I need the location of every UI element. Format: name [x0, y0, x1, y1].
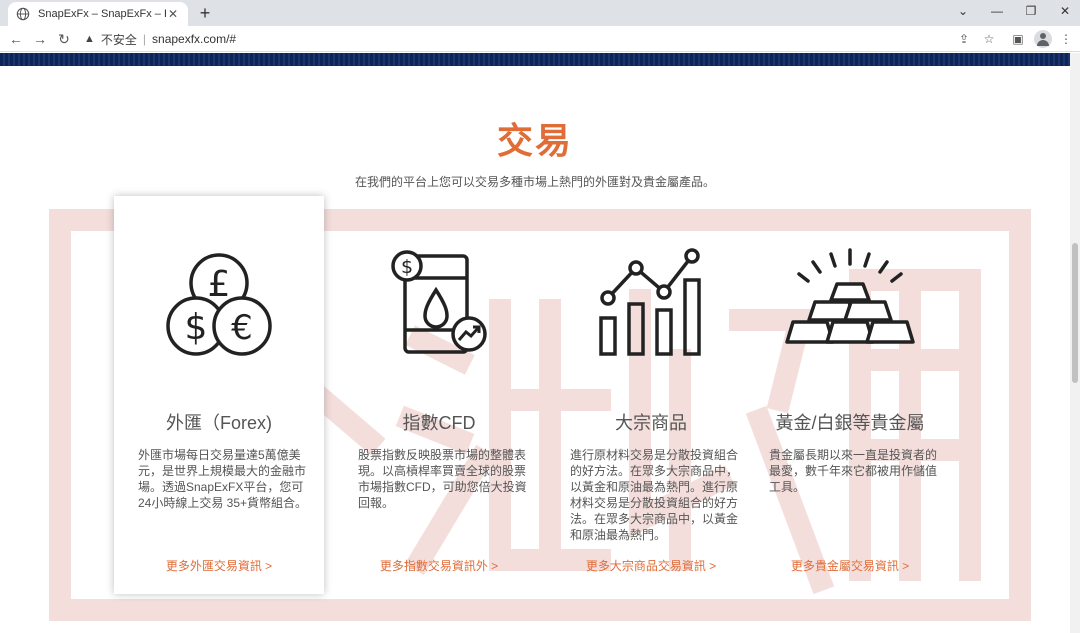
browser-toolbar: ← → ↻ ▲ 不安全 | snapexfx.com/# ⇪ ☆ ▣ ⋮: [0, 26, 1080, 52]
card-forex[interactable]: £ $ € 外匯（Forex) 外匯市場每日交易量達5萬億美元，是世界上規模最大…: [114, 196, 324, 594]
browser-tab[interactable]: SnapExFx – SnapExFx – Forex ✕: [8, 2, 188, 26]
tab-search-icon[interactable]: ⌄: [953, 4, 973, 18]
oil-barrel-icon: $: [391, 250, 487, 354]
card-commodities[interactable]: 大宗商品 進行原材料交易是分散投資組合的好方法。在眾多大宗商品中，以黃金和原油最…: [546, 196, 756, 594]
card-precious-metals[interactable]: 黃金/白銀等貴金屬 貴金屬長期以來一直是投資者的最愛，數千年來它都被用作儲值工具…: [745, 196, 955, 594]
tab-close-icon[interactable]: ✕: [166, 7, 180, 21]
insecure-label: 不安全: [100, 32, 137, 47]
card-title: 外匯（Forex): [165, 413, 272, 433]
card-title: 黃金/白銀等貴金屬: [775, 413, 925, 433]
card-title: 指數CFD: [402, 413, 476, 433]
share-icon[interactable]: ⇪: [956, 31, 972, 47]
profile-avatar[interactable]: [1034, 30, 1052, 48]
gold-bars-icon: [785, 248, 915, 344]
currency-coins-icon: £ $ €: [166, 253, 272, 356]
svg-text:$: $: [185, 307, 208, 348]
page-scrollbar[interactable]: [1070, 53, 1080, 633]
bar-line-chart-icon: [599, 248, 701, 356]
card-more-link[interactable]: 更多指數交易資訊外 >: [334, 557, 544, 574]
address-separator: |: [142, 32, 147, 46]
card-description: 股票指數反映股票市場的整體表現。以高槓桿率買賣全球的股票市場指數CFD，可助您倍…: [358, 448, 527, 510]
back-icon[interactable]: ←: [7, 30, 25, 48]
close-window-icon[interactable]: ✕: [1055, 4, 1075, 18]
forward-icon[interactable]: →: [31, 30, 49, 48]
reload-icon[interactable]: ↻: [55, 30, 73, 48]
card-more-link[interactable]: 更多貴金屬交易資訊 >: [745, 557, 955, 574]
section-subtitle: 在我們的平台上您可以交易多種市場上熱門的外匯對及貴金屬產品。: [354, 175, 715, 189]
card-more-link[interactable]: 更多大宗商品交易資訊 >: [546, 557, 756, 574]
warning-icon: ▲: [84, 33, 95, 45]
bookmark-star-icon[interactable]: ☆: [981, 31, 997, 47]
card-description: 外匯市場每日交易量達5萬億美元，是世界上規模最大的金融市場。透過SnapExFX…: [138, 448, 308, 510]
svg-text:$: $: [401, 256, 413, 278]
header-band: [0, 53, 1070, 66]
card-description: 進行原材料交易是分散投資組合的好方法。在眾多大宗商品中，以黃金和原油最為熱門。進…: [570, 448, 739, 542]
menu-kebab-icon[interactable]: ⋮: [1058, 31, 1074, 47]
card-more-link[interactable]: 更多外匯交易資訊 >: [114, 557, 324, 574]
new-tab-button[interactable]: +: [196, 4, 214, 22]
scrollbar-thumb[interactable]: [1072, 243, 1078, 383]
restore-icon[interactable]: ❐: [1021, 4, 1041, 18]
section-title: 交易: [496, 120, 573, 161]
svg-text:£: £: [208, 264, 231, 305]
minimize-icon[interactable]: —: [987, 4, 1007, 18]
tab-title: SnapExFx – SnapExFx – Forex: [38, 8, 166, 20]
side-panel-icon[interactable]: ▣: [1010, 31, 1026, 47]
card-index-cfd[interactable]: $ 指數CFD 股票指數反映股票市場的整體表現。以高槓桿率買賣全球的股票市場指數…: [334, 196, 544, 594]
globe-icon: [16, 7, 30, 21]
browser-tab-bar: SnapExFx – SnapExFx – Forex ✕ + ⌄ — ❐ ✕: [0, 0, 1080, 26]
svg-text:€: €: [231, 308, 253, 348]
card-title: 大宗商品: [615, 413, 687, 433]
url-text: snapexfx.com/#: [152, 32, 237, 46]
card-description: 貴金屬長期以來一直是投資者的最愛，數千年來它都被用作儲值工具。: [769, 448, 938, 494]
address-bar[interactable]: ▲ 不安全 | snapexfx.com/#: [84, 29, 944, 49]
